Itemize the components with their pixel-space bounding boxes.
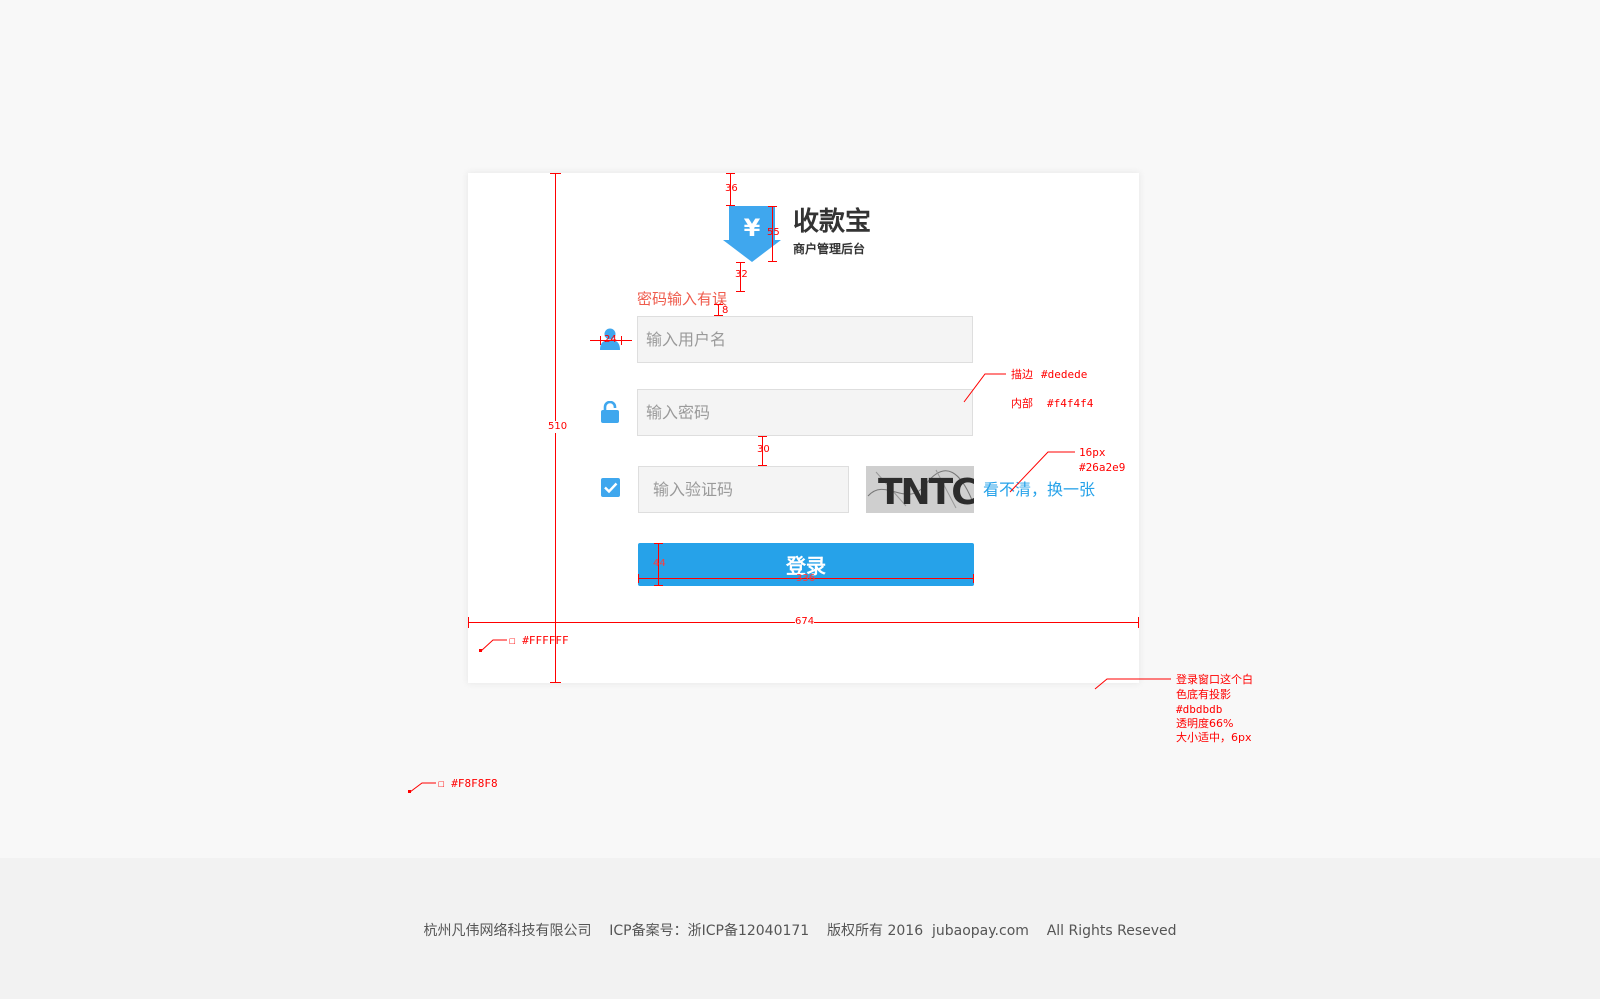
dim-label-36: 36 — [725, 183, 738, 194]
captcha-image[interactable]: TNTC — [866, 466, 974, 513]
note-stroke-label: 描边 — [1011, 368, 1033, 381]
note-card-bg: #FFFFFF — [522, 634, 569, 647]
brand-name: 收款宝 — [793, 207, 872, 237]
note-fill-value: #f4f4f4 — [1047, 397, 1094, 410]
footer-copyright: 杭州凡伟网络科技有限公司 ICP备案号：浙ICP备12040171 版权所有 2… — [423, 923, 1177, 939]
username-input[interactable] — [637, 316, 973, 363]
svg-text:TNTC: TNTC — [878, 472, 974, 513]
password-input[interactable] — [637, 389, 973, 436]
note-shadow-line5: 大小适中，6px — [1176, 731, 1252, 744]
note-fill-label: 内部 — [1011, 397, 1033, 410]
dim-label-55: 55 — [767, 227, 780, 238]
dim-label-30: 30 — [757, 444, 770, 455]
dim-label-8: 8 — [722, 305, 729, 316]
note-shadow-line4: 透明度66% — [1176, 717, 1234, 730]
note-stroke-value: #dedede — [1041, 368, 1088, 381]
note-link-size: 16px — [1079, 446, 1106, 459]
dim-label-510: 510 — [548, 421, 568, 433]
checkbox-checked-icon — [601, 478, 620, 497]
note-page-bg: #F8F8F8 — [451, 777, 498, 790]
error-message: 密码输入有误 — [637, 290, 728, 308]
captcha-input[interactable] — [638, 466, 849, 513]
dim-label-24: 24 — [604, 334, 617, 345]
brand-subtitle: 商户管理后台 — [793, 242, 866, 256]
dim-label-44: 44 — [653, 558, 666, 569]
lock-icon — [601, 401, 619, 423]
note-page-bg-swatch: ☐ #F8F8F8 — [438, 777, 498, 790]
dim-label-336: 336 — [796, 573, 816, 584]
note-link-color: #26a2e9 — [1079, 461, 1126, 474]
svg-text:¥: ¥ — [744, 214, 761, 242]
note-card-bg-swatch: ☐ #FFFFFF — [509, 634, 569, 647]
dim-label-32: 32 — [735, 269, 748, 280]
note-shadow-line2: 色底有投影 — [1176, 688, 1231, 701]
captcha-refresh-link[interactable]: 看不清，换一张 — [983, 479, 1095, 501]
dim-label-674: 674 — [795, 616, 815, 628]
note-shadow-line3: #dbdbdb — [1176, 703, 1223, 716]
note-shadow-line1: 登录窗口这个白 — [1176, 673, 1253, 686]
